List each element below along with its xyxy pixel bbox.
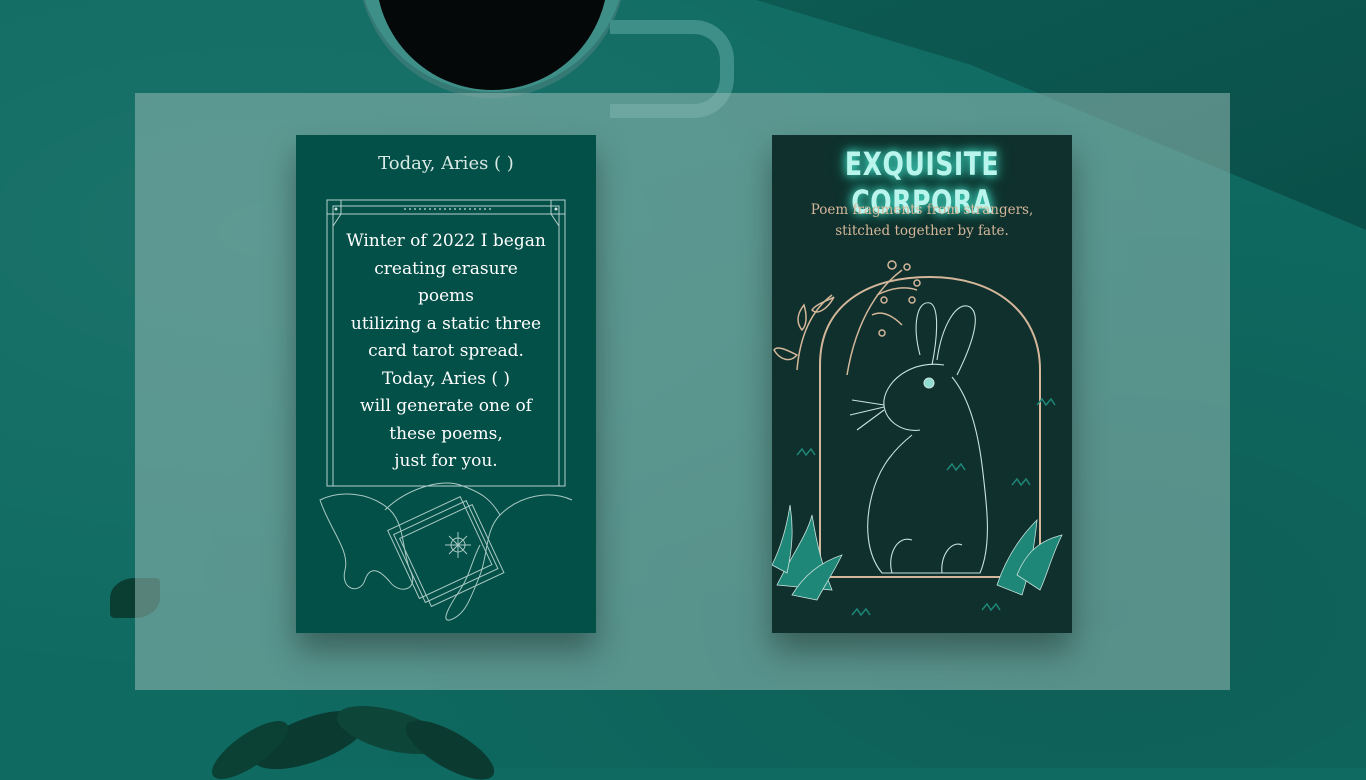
- branch-icon: [773, 260, 921, 376]
- rabbit-illustration: [772, 260, 1063, 617]
- body-line: creating erasure: [374, 258, 518, 279]
- plant-icon: [212, 706, 495, 780]
- body-line: Winter of 2022 I began: [346, 231, 546, 251]
- intro-card-title: Today, Aries ( ): [378, 153, 514, 174]
- body-line: Today, Aries ( ): [381, 368, 511, 389]
- hands-cards-icon: [319, 482, 573, 621]
- intro-card-body: Winter of 2022 I began creating erasure …: [336, 228, 556, 476]
- arch-icon: [819, 275, 1041, 578]
- grass-icon: [772, 504, 1063, 601]
- body-line: utilizing a static three: [350, 313, 542, 334]
- body-line: card tarot spread.: [368, 341, 524, 361]
- body-line: these poems,: [389, 423, 503, 444]
- subtitle-line: stitched together by fate.: [835, 223, 1009, 239]
- subtitle-line: Poem fragments from strangers,: [810, 202, 1034, 218]
- title-card-subtitle: Poem fragments from strangers, stitched …: [772, 200, 1072, 242]
- body-line: will generate one of: [360, 396, 532, 416]
- body-line: poems: [417, 286, 475, 306]
